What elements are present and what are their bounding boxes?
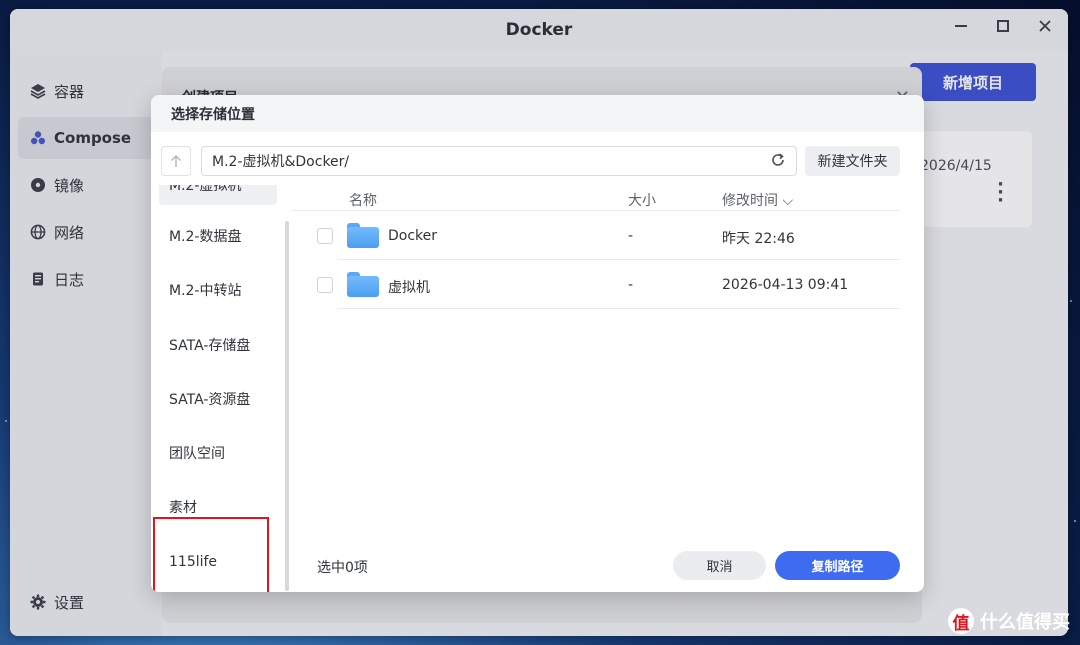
location-item[interactable]: 团队空间 (159, 433, 277, 473)
watermark-logo: 值 (948, 608, 974, 634)
watermark-text: 什么值得买 (980, 612, 1070, 633)
file-modified: 2026-04-13 09:41 (722, 277, 849, 293)
copy-path-button[interactable]: 复制路径 (775, 551, 900, 580)
column-modified-label: 修改时间 (722, 193, 778, 209)
folder-icon (347, 223, 379, 248)
chevron-down-icon: ⌵ (782, 193, 794, 209)
path-text: M.2-虚拟机&Docker/ (212, 154, 350, 170)
file-size: - (628, 228, 634, 244)
row-checkbox[interactable] (317, 277, 333, 293)
table-row[interactable]: 虚拟机 - 2026-04-13 09:41 (317, 260, 900, 309)
location-item[interactable]: M.2-数据盘 (159, 216, 277, 256)
column-modified[interactable]: 修改时间 ⌵ (722, 190, 793, 210)
column-name[interactable]: 名称 (349, 190, 377, 210)
location-item[interactable]: SATA-资源盘 (159, 379, 277, 419)
picker-title: 选择存储位置 (151, 95, 924, 132)
row-checkbox[interactable] (317, 228, 333, 244)
watermark: 值 什么值得买 (948, 608, 1070, 634)
file-name: Docker (388, 228, 438, 244)
file-list-header: 名称 大小 修改时间 ⌵ (291, 185, 900, 211)
file-modified: 昨天 22:46 (722, 231, 795, 247)
star (1070, 300, 1072, 302)
location-scrollbar[interactable] (285, 221, 289, 591)
arrow-up-icon (170, 154, 182, 167)
location-item[interactable]: M.2-中转站 (159, 270, 277, 310)
new-folder-button[interactable]: 新建文件夹 (805, 146, 900, 176)
table-row[interactable]: Docker - 昨天 22:46 (317, 211, 900, 260)
folder-icon (347, 272, 379, 297)
refresh-icon[interactable] (770, 152, 786, 172)
column-size[interactable]: 大小 (628, 190, 656, 210)
storage-picker-dialog: 选择存储位置 M.2-虚拟机&Docker/ 新建文件夹 M.2-虚拟机 M.2… (151, 95, 924, 592)
location-item[interactable]: M.2-虚拟机 (159, 185, 277, 205)
highlight-box (153, 517, 269, 592)
path-input[interactable]: M.2-虚拟机&Docker/ (201, 146, 797, 176)
file-size: - (628, 277, 634, 293)
location-item[interactable]: SATA-存储盘 (159, 325, 277, 365)
location-list: M.2-虚拟机 M.2-数据盘 M.2-中转站 SATA-存储盘 SATA-资源… (151, 185, 285, 592)
selection-count: 选中0项 (317, 560, 368, 576)
star (1074, 520, 1076, 522)
path-bar: M.2-虚拟机&Docker/ 新建文件夹 (161, 145, 900, 177)
file-list: 名称 大小 修改时间 ⌵ Docker - 昨天 22:46 虚拟机 - 202… (291, 185, 900, 592)
up-button[interactable] (161, 146, 191, 176)
star (5, 420, 7, 422)
file-name: 虚拟机 (388, 280, 430, 296)
cancel-button[interactable]: 取消 (673, 551, 766, 580)
